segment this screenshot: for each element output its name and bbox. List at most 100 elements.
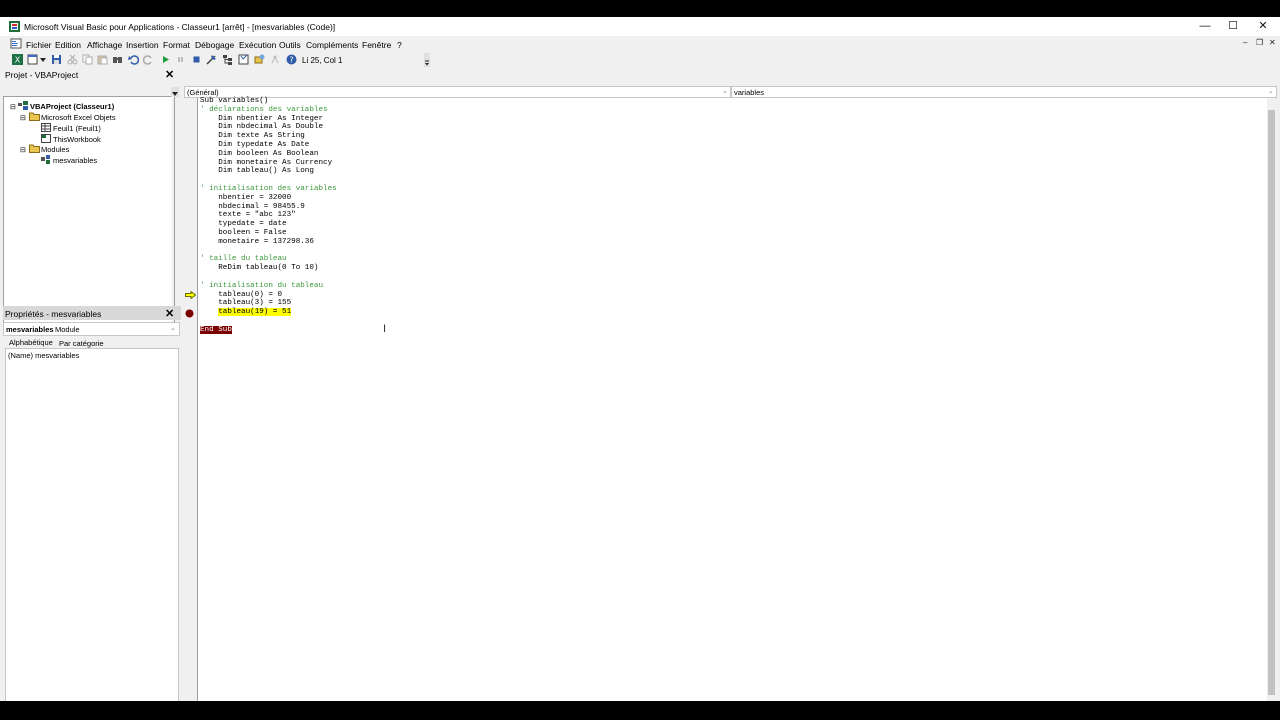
close-button[interactable]: ✕ — [1248, 19, 1278, 34]
undo-icon[interactable] — [128, 54, 139, 65]
code-line[interactable]: ReDim tableau(0 To 10) — [200, 264, 337, 273]
toolbar-options-icon[interactable] — [424, 53, 430, 67]
property-row-name[interactable]: (Name) mesvariables — [8, 351, 79, 360]
folder-icon — [29, 112, 40, 121]
code-line[interactable]: nbentier = 32000 — [200, 194, 337, 203]
mdi-close-button[interactable]: ✕ — [1269, 38, 1276, 47]
code-comment: ' taille du tableau — [200, 255, 287, 264]
object-browser-icon[interactable] — [254, 54, 265, 65]
object-combo-value: (Général) — [187, 88, 219, 97]
code-line[interactable]: tableau(3) = 155 — [200, 299, 337, 308]
chevron-down-icon[interactable]: ⌄ — [722, 87, 728, 95]
tree-thisworkbook[interactable]: ThisWorkbook — [53, 135, 101, 144]
code-line[interactable]: Dim tableau() As Long — [200, 167, 337, 176]
insert-userform-icon[interactable] — [27, 54, 38, 65]
code-line[interactable]: End Sub — [200, 325, 337, 335]
dropdown-arrow-icon[interactable] — [39, 54, 47, 65]
project-panel-title: Projet - VBAProject — [5, 70, 79, 80]
code-line[interactable]: monetaire = 137298.36 — [200, 238, 337, 247]
code-editor[interactable] — [198, 98, 1267, 701]
save-icon[interactable] — [51, 54, 62, 65]
chevron-down-icon[interactable]: ⌄ — [170, 324, 176, 332]
mdi-minimize-button[interactable]: – — [1243, 38, 1247, 47]
code-line[interactable]: Sub variables() — [200, 97, 337, 106]
code-line[interactable]: Dim booleen As Boolean — [200, 150, 337, 159]
code-line[interactable]: Dim monetaire As Currency — [200, 159, 337, 168]
paste-icon[interactable] — [97, 54, 108, 65]
project-tree: ⊟ VBAProject (Classeur1) ⊟ Microsoft Exc… — [3, 96, 175, 324]
tree-mesvariables[interactable]: mesvariables — [53, 156, 97, 165]
code-line[interactable]: Dim nbdecimal As Double — [200, 123, 337, 132]
menu-insertion[interactable]: Insertion — [126, 40, 159, 50]
run-icon[interactable] — [160, 54, 171, 65]
excel-view-icon[interactable]: X — [12, 54, 23, 65]
menu-complements[interactable]: Compléments — [306, 40, 358, 50]
menu-outils[interactable]: Outils — [279, 40, 301, 50]
menu-help[interactable]: ? — [397, 40, 402, 50]
collapse-toggle[interactable]: ⊟ — [20, 114, 26, 122]
redo-icon[interactable] — [143, 54, 154, 65]
chevron-down-icon[interactable]: ⌄ — [1268, 87, 1274, 95]
vertical-scroll-thumb[interactable] — [1268, 110, 1275, 695]
menu-fichier[interactable]: Fichier — [26, 40, 52, 50]
tree-excel-objects[interactable]: Microsoft Excel Objets — [41, 113, 116, 122]
code-line[interactable]: booleen = False — [200, 229, 337, 238]
tree-vbaproject[interactable]: VBAProject (Classeur1) — [30, 102, 114, 111]
menu-affichage[interactable]: Affichage — [87, 40, 122, 50]
maximize-button[interactable]: ☐ — [1218, 19, 1248, 34]
yellow-arrow-icon — [185, 291, 196, 299]
menu-fenetre[interactable]: Fenêtre — [362, 40, 391, 50]
menu-execution[interactable]: Exécution — [239, 40, 276, 50]
code-window-icon[interactable] — [10, 38, 22, 49]
reset-icon[interactable] — [191, 54, 202, 65]
properties-window-icon[interactable] — [238, 54, 249, 65]
margin-indicator-bar[interactable] — [183, 98, 198, 701]
code-line[interactable]: Dim texte As String — [200, 132, 337, 141]
tree-feuil1[interactable]: Feuil1 (Feuil1) — [53, 124, 101, 133]
worksheet-icon — [41, 123, 51, 132]
cursor-position-status: Li 25, Col 1 — [302, 56, 343, 65]
menu-debogage[interactable]: Débogage — [195, 40, 234, 50]
help-icon[interactable]: ? — [286, 54, 297, 65]
code-line[interactable]: Dim typedate As Date — [200, 141, 337, 150]
find-icon[interactable] — [112, 54, 123, 65]
code-line[interactable]: typedate = date — [200, 220, 337, 229]
cut-icon[interactable] — [67, 54, 78, 65]
code-line[interactable]: ' initialisation du tableau — [200, 282, 337, 291]
properties-panel-close-icon[interactable]: ✕ — [165, 307, 174, 320]
project-explorer-icon[interactable] — [222, 54, 233, 65]
code-line[interactable]: tableau(19) = 51 — [200, 308, 337, 317]
procedure-combo[interactable]: variables ⌄ — [731, 86, 1277, 98]
pause-icon[interactable] — [175, 54, 186, 65]
properties-panel-title: Propriétés - mesvariables — [5, 309, 102, 319]
mdi-restore-button[interactable]: ❐ — [1256, 38, 1263, 47]
svg-text:X: X — [15, 56, 21, 65]
project-scroll-arrow-icon[interactable] — [171, 87, 179, 97]
design-mode-icon[interactable] — [206, 54, 217, 65]
code-line[interactable]: ' déclarations des variables — [200, 106, 337, 115]
properties-object-select[interactable]: mesvariables Module ⌄ — [3, 322, 180, 336]
minimize-button[interactable]: — — [1190, 19, 1220, 34]
collapse-toggle[interactable]: ⊟ — [10, 103, 16, 111]
code-line[interactable]: tableau(0) = 0 — [200, 291, 337, 300]
copy-icon[interactable] — [82, 54, 93, 65]
code-line[interactable] — [200, 273, 337, 282]
tree-modules[interactable]: Modules — [41, 145, 69, 154]
project-panel-close-icon[interactable]: ✕ — [165, 68, 174, 81]
code-line[interactable] — [200, 176, 337, 185]
code-line[interactable]: Dim nbentier As Integer — [200, 115, 337, 124]
collapse-toggle[interactable]: ⊟ — [20, 146, 26, 154]
menu-format[interactable]: Format — [163, 40, 190, 50]
code-comment: ' initialisation du tableau — [200, 281, 324, 290]
tab-par-categorie[interactable]: Par catégorie — [59, 339, 104, 348]
menu-edition[interactable]: Edition — [55, 40, 81, 50]
code-line[interactable]: ' taille du tableau — [200, 255, 337, 264]
code-line[interactable]: ' initialisation des variables — [200, 185, 337, 194]
tab-alphabetique[interactable]: Alphabétique — [9, 338, 53, 347]
code-line[interactable]: nbdecimal = 98455.9 — [200, 203, 337, 212]
code-line[interactable] — [200, 317, 337, 326]
code-line[interactable] — [200, 247, 337, 256]
procedure-combo-value: variables — [734, 88, 765, 97]
code-line[interactable]: texte = "abc 123" — [200, 211, 337, 220]
toolbox-icon[interactable] — [270, 54, 281, 65]
